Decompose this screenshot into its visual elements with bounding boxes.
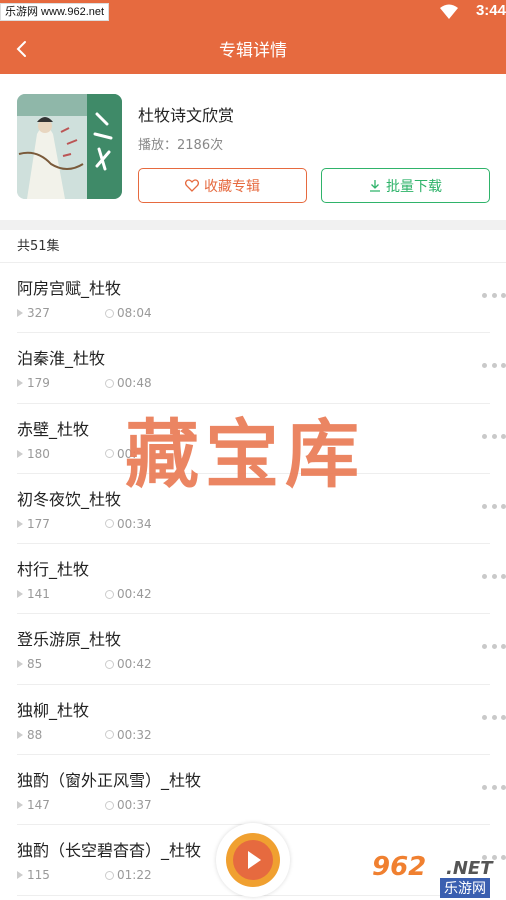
episode-list: 阿房宫赋_杜牧 327 08:04 泊秦淮_杜牧 179 00:48 赤壁_杜牧…	[0, 263, 506, 896]
logo-net: .NET	[446, 858, 493, 879]
play-count-icon	[17, 519, 23, 528]
clock-icon	[105, 308, 114, 318]
batch-download-button[interactable]: 批量下载	[321, 168, 490, 203]
more-options-icon[interactable]	[482, 503, 506, 510]
section-divider	[0, 220, 506, 230]
album-cover-image	[17, 94, 122, 199]
title-bar: 专辑详情	[0, 24, 506, 74]
clock-icon	[105, 519, 114, 529]
center-watermark: 藏宝库	[125, 412, 365, 498]
episode-duration: 08:04	[105, 306, 152, 320]
episode-title: 登乐游原_杜牧	[17, 630, 122, 650]
album-header: 杜牧诗文欣赏 播放：2186次 收藏专辑 批量下载	[0, 74, 506, 220]
episode-title: 村行_杜牧	[17, 560, 90, 580]
play-count-icon	[17, 730, 23, 739]
episode-duration: 01:22	[105, 868, 152, 882]
status-time: 3:44	[475, 2, 506, 19]
episode-title: 独酌（长空碧杳杳）_杜牧	[17, 841, 202, 861]
floating-play-button[interactable]	[216, 823, 290, 897]
logo-number: 962	[372, 852, 427, 882]
play-count-icon	[17, 309, 23, 317]
source-watermark: 乐游网 www.962.net	[0, 3, 110, 21]
list-item[interactable]: 村行_杜牧 141 00:42	[17, 544, 506, 615]
more-options-icon[interactable]	[482, 714, 506, 721]
episode-duration: 00:37	[105, 798, 152, 812]
player-disc	[226, 833, 280, 887]
episode-play-count: 85	[17, 657, 42, 671]
episode-duration: 00:48	[105, 376, 152, 390]
episode-play-count: 141	[17, 587, 50, 601]
play-count-icon	[17, 590, 23, 599]
favorite-album-label: 收藏专辑	[204, 178, 260, 195]
episode-count: 共51集	[17, 239, 60, 254]
clock-icon	[105, 730, 114, 740]
episode-play-count: 147	[17, 798, 50, 812]
play-icon[interactable]	[233, 840, 273, 880]
list-item[interactable]: 独酌（窗外正风雪）_杜牧 147 00:37	[17, 755, 506, 826]
play-count-icon	[17, 801, 23, 810]
episode-title: 独酌（窗外正风雪）_杜牧	[17, 771, 202, 791]
episode-play-count: 327	[17, 306, 50, 320]
more-options-icon[interactable]	[482, 644, 506, 650]
episode-title: 泊秦淮_杜牧	[17, 349, 106, 369]
album-title: 杜牧诗文欣赏	[138, 106, 235, 125]
play-count-icon	[17, 449, 23, 458]
clock-icon	[105, 659, 114, 669]
album-play-count: 播放：2186次	[138, 138, 224, 153]
logo-cn: 乐游网	[440, 878, 490, 898]
status-bar: 乐游网 www.962.net 3:44	[0, 0, 506, 24]
download-icon	[370, 180, 380, 192]
episode-play-count: 88	[17, 728, 42, 742]
clock-icon	[105, 378, 114, 388]
list-item[interactable]: 登乐游原_杜牧 85 00:42	[17, 614, 506, 685]
list-item[interactable]: 泊秦淮_杜牧 179 00:48	[17, 333, 506, 404]
list-item[interactable]: 独柳_杜牧 88 00:32	[17, 685, 506, 756]
episode-title: 赤壁_杜牧	[17, 419, 90, 439]
play-count-icon	[17, 660, 23, 669]
clock-icon	[105, 870, 114, 880]
episode-play-count: 115	[17, 868, 50, 882]
episode-duration: 00:42	[105, 657, 152, 671]
batch-download-label: 批量下载	[386, 178, 442, 195]
episode-play-count: 179	[17, 376, 50, 390]
episode-duration: 00:32	[105, 728, 152, 742]
more-options-icon[interactable]	[482, 785, 506, 791]
episode-title: 阿房宫赋_杜牧	[17, 279, 122, 298]
heart-icon	[185, 179, 199, 192]
more-options-icon[interactable]	[482, 293, 506, 299]
more-options-icon[interactable]	[482, 574, 506, 580]
more-options-icon[interactable]	[482, 363, 506, 369]
clock-icon	[105, 589, 114, 599]
episode-play-count: 180	[17, 447, 50, 461]
episode-play-count: 177	[17, 517, 50, 531]
more-options-icon[interactable]	[482, 433, 506, 440]
favorite-album-button[interactable]: 收藏专辑	[138, 168, 307, 203]
cover-illustration	[17, 94, 122, 199]
site-logo-watermark: 962 .NET 乐游网	[372, 852, 500, 898]
episode-duration: 00:34	[105, 517, 152, 531]
play-count-icon	[17, 871, 23, 880]
list-item[interactable]: 阿房宫赋_杜牧 327 08:04	[17, 263, 506, 334]
episode-title: 初冬夜饮_杜牧	[17, 489, 122, 509]
clock-icon	[105, 449, 114, 459]
episode-title: 独柳_杜牧	[17, 700, 90, 720]
play-count-icon	[17, 379, 23, 388]
clock-icon	[105, 800, 114, 810]
page-title: 专辑详情	[219, 41, 287, 61]
episode-duration: 00:42	[105, 587, 152, 601]
wifi-icon	[440, 4, 458, 19]
